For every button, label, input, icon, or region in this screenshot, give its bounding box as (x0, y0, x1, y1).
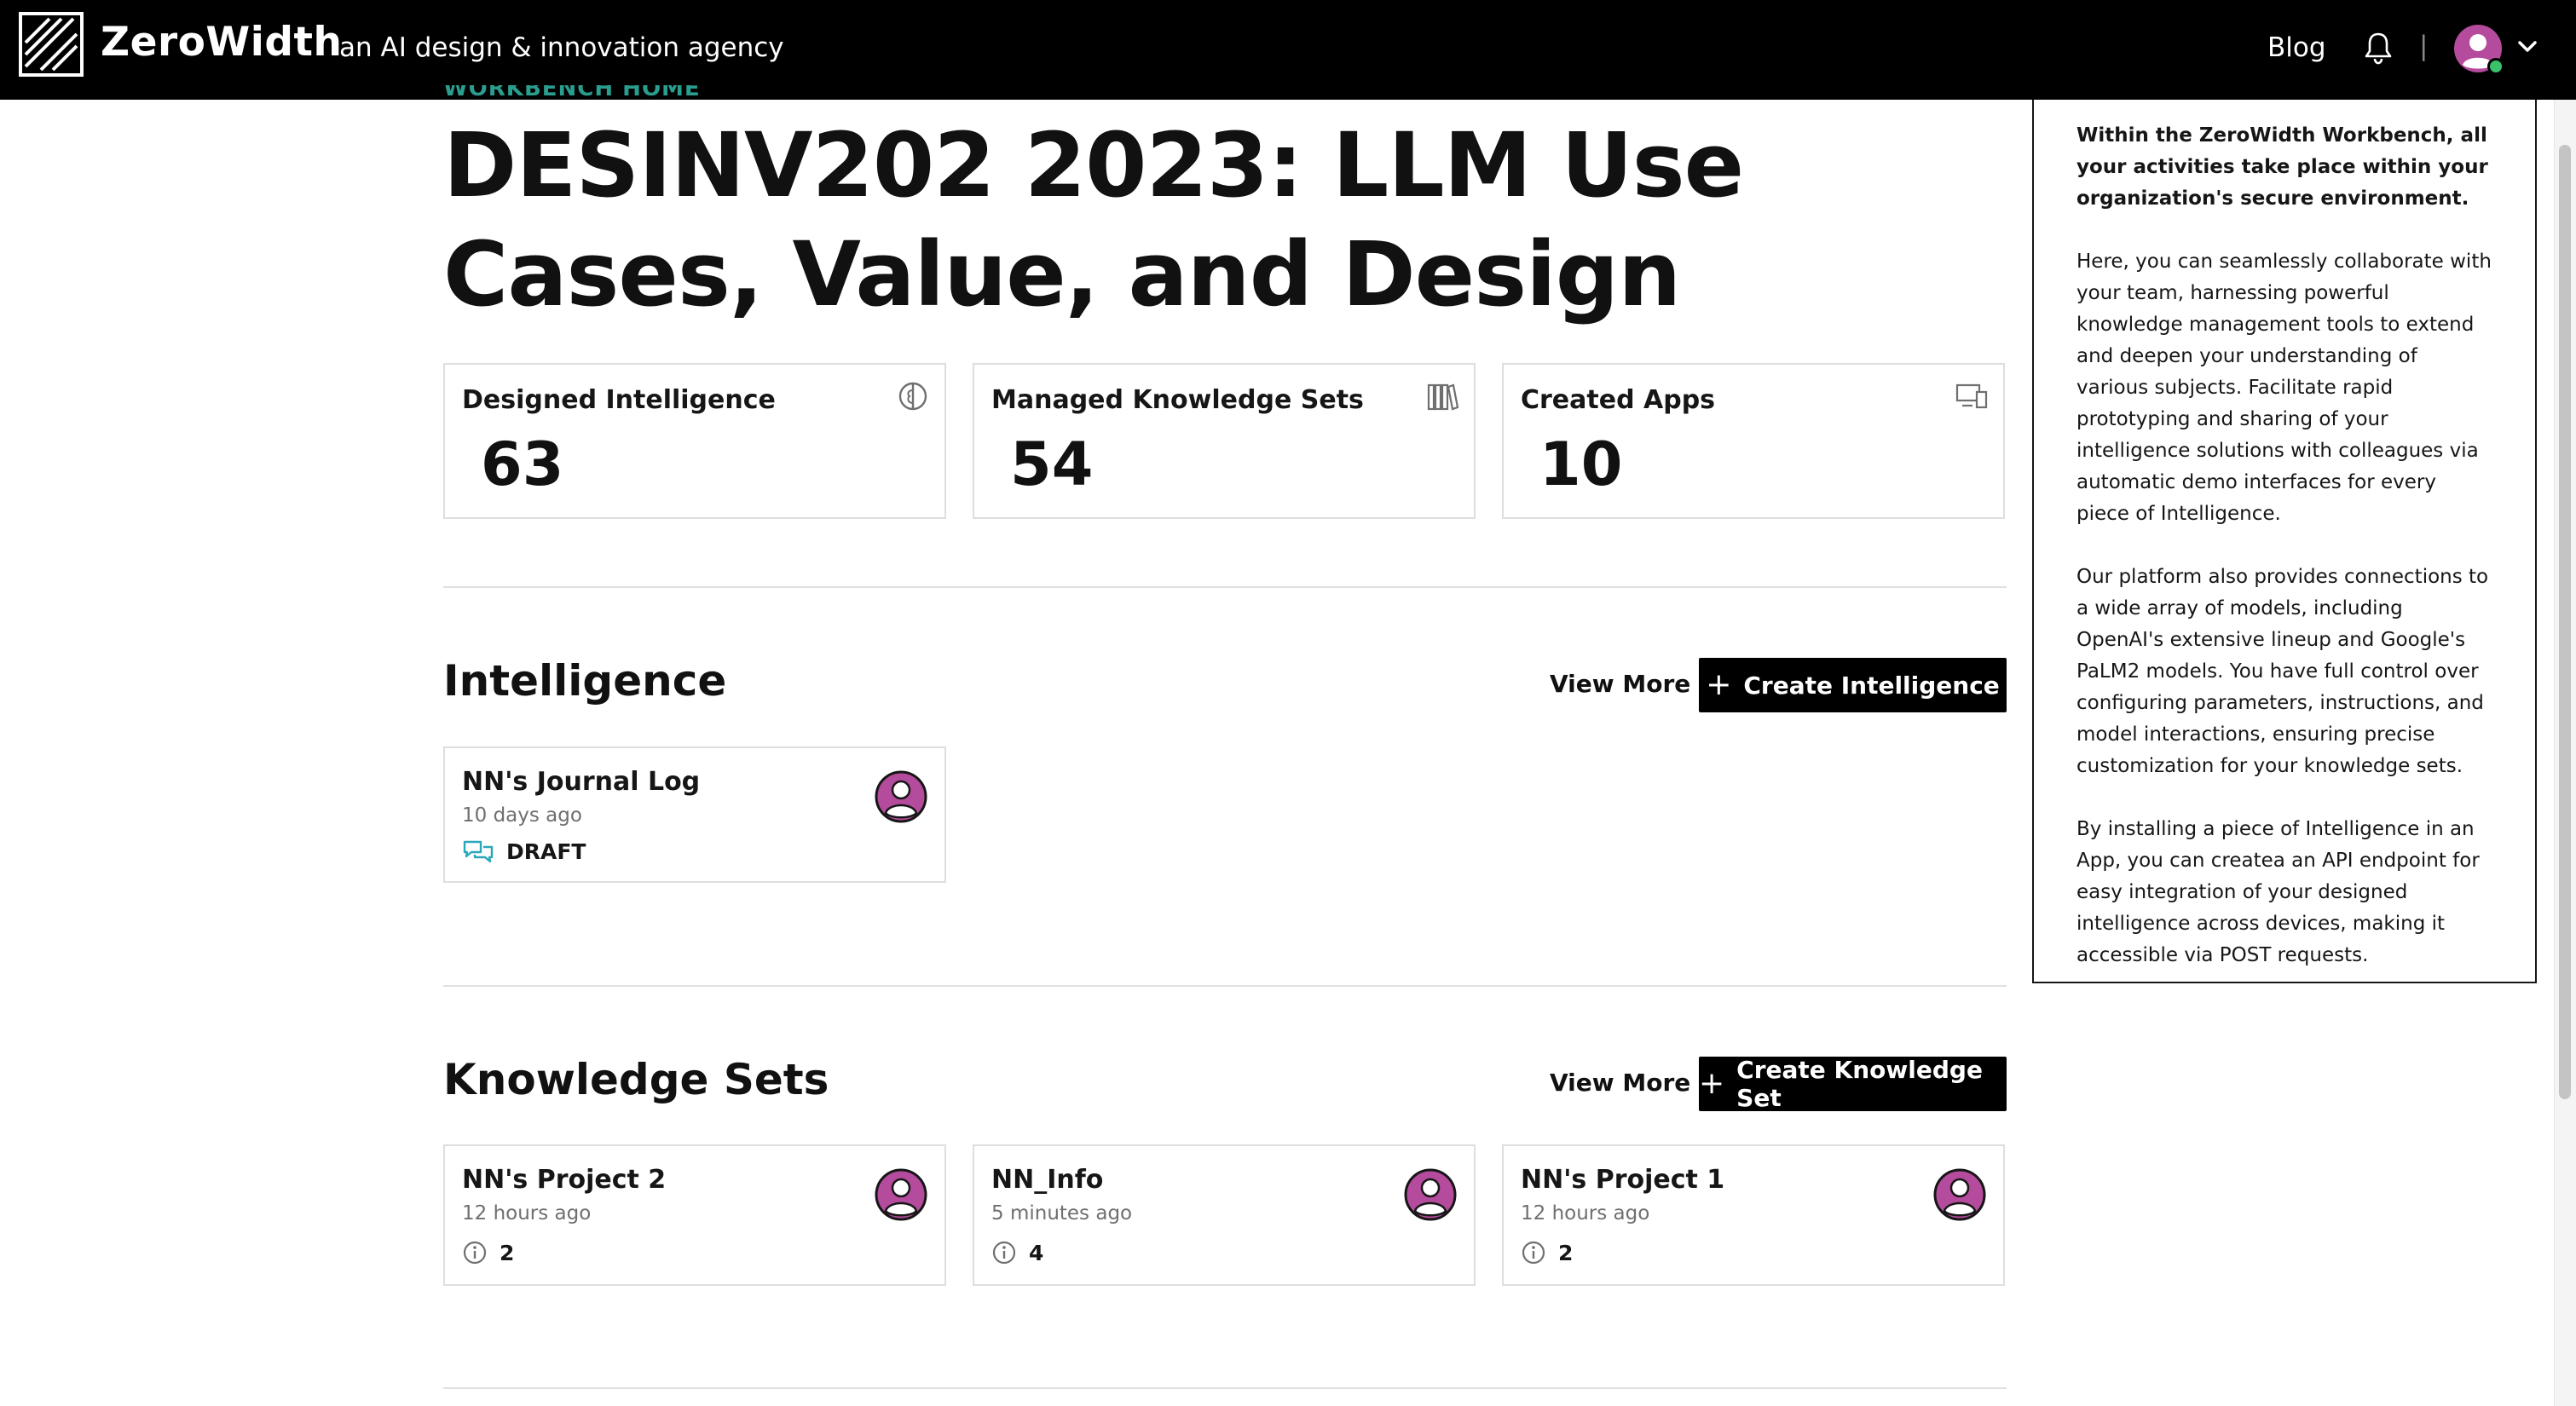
info-paragraph-intro: Within the ZeroWidth Workbench, all your… (2076, 124, 2488, 210)
knowledge-set-card[interactable]: NN's Project 1 12 hours ago 2 (1502, 1144, 2005, 1286)
knowledge-set-card-time: 12 hours ago (462, 1202, 592, 1224)
create-knowledge-set-label: Create Knowledge Set (1736, 1056, 1983, 1112)
brain-icon (898, 382, 927, 411)
stat-value: 10 (1539, 429, 1623, 499)
intelligence-card-status: DRAFT (462, 838, 586, 864)
section-divider (443, 586, 2007, 588)
brand-tagline: an AI design & innovation agency (339, 32, 784, 63)
plus-icon: + (1706, 667, 1732, 702)
devices-icon (1955, 383, 1988, 409)
knowledge-set-card-title: NN_Info (991, 1165, 1104, 1195)
intelligence-card[interactable]: NN's Journal Log 10 days ago DRAFT (443, 746, 946, 883)
user-avatar-icon (875, 1168, 927, 1221)
knowledge-set-count: 2 (500, 1240, 515, 1265)
zerowidth-logo-icon[interactable] (19, 12, 84, 77)
page-scrollbar-thumb[interactable] (2559, 145, 2571, 1099)
knowledge-sets-view-more-link[interactable]: View More (1550, 1069, 1690, 1097)
intelligence-view-more-link[interactable]: View More (1550, 670, 1690, 698)
user-avatar-icon (1933, 1168, 1986, 1221)
create-intelligence-label: Create Intelligence (1743, 671, 2000, 700)
draft-status-label: DRAFT (506, 838, 586, 864)
library-books-icon (1427, 383, 1458, 411)
section-divider (443, 985, 2007, 987)
bell-icon[interactable] (2363, 31, 2394, 65)
knowledge-set-card-meta: 4 (991, 1240, 1043, 1265)
knowledge-set-card-meta: 2 (1521, 1240, 1573, 1265)
stat-label: Designed Intelligence (462, 385, 776, 415)
chevron-down-icon[interactable] (2515, 34, 2540, 60)
knowledge-set-card-title: NN's Project 1 (1521, 1165, 1725, 1195)
stat-card-managed-knowledge-sets[interactable]: Managed Knowledge Sets 54 (973, 363, 1476, 519)
plus-icon: + (1699, 1066, 1725, 1101)
knowledge-sets-section-title: Knowledge Sets (443, 1055, 829, 1104)
info-icon (1522, 1241, 1545, 1265)
blog-link[interactable]: Blog (2267, 32, 2326, 63)
info-paragraph-models: Our platform also provides connections t… (2076, 566, 2489, 777)
info-icon (463, 1241, 487, 1265)
info-icon (992, 1241, 1016, 1265)
user-avatar-icon (875, 770, 927, 823)
knowledge-set-card-time: 12 hours ago (1521, 1202, 1650, 1224)
create-knowledge-set-button[interactable]: + Create Knowledge Set (1699, 1056, 2007, 1112)
user-avatar-icon (1404, 1168, 1457, 1221)
knowledge-set-count: 4 (1029, 1240, 1044, 1265)
stat-value: 54 (1010, 429, 1094, 499)
page-title: DESINV202 2023: LLM Use Cases, Value, an… (443, 113, 1744, 326)
create-intelligence-button[interactable]: + Create Intelligence (1699, 658, 2007, 712)
chat-bubbles-icon (463, 840, 494, 863)
online-status-dot (2487, 58, 2504, 75)
brand-name[interactable]: ZeroWidth (101, 19, 342, 66)
stat-value: 63 (481, 429, 564, 499)
workbench-info-panel: Within the ZeroWidth Workbench, all your… (2032, 100, 2537, 983)
intelligence-card-title: NN's Journal Log (462, 767, 701, 797)
knowledge-set-card-time: 5 minutes ago (991, 1202, 1133, 1224)
stat-label: Managed Knowledge Sets (991, 385, 1364, 415)
intelligence-card-time: 10 days ago (462, 804, 582, 827)
info-paragraph-apps: By installing a piece of Intelligence in… (2076, 818, 2480, 966)
knowledge-set-count: 2 (1558, 1240, 1574, 1265)
knowledge-set-card[interactable]: NN's Project 2 12 hours ago 2 (443, 1144, 946, 1286)
intelligence-section-title: Intelligence (443, 656, 727, 706)
info-paragraph-collaboration: Here, you can seamlessly collaborate wit… (2076, 251, 2492, 525)
section-divider (443, 1387, 2007, 1389)
knowledge-set-card[interactable]: NN_Info 5 minutes ago 4 (973, 1144, 1476, 1286)
nav-separator: | (2419, 31, 2429, 61)
knowledge-set-card-meta: 2 (462, 1240, 514, 1265)
page-eyebrow: WORKBENCH HOME (443, 85, 701, 100)
stat-label: Created Apps (1521, 385, 1716, 415)
knowledge-set-card-title: NN's Project 2 (462, 1165, 667, 1195)
stat-card-designed-intelligence[interactable]: Designed Intelligence 63 (443, 363, 946, 519)
stat-card-created-apps[interactable]: Created Apps 10 (1502, 363, 2005, 519)
top-navigation-bar: ZeroWidth an AI design & innovation agen… (0, 0, 2576, 100)
